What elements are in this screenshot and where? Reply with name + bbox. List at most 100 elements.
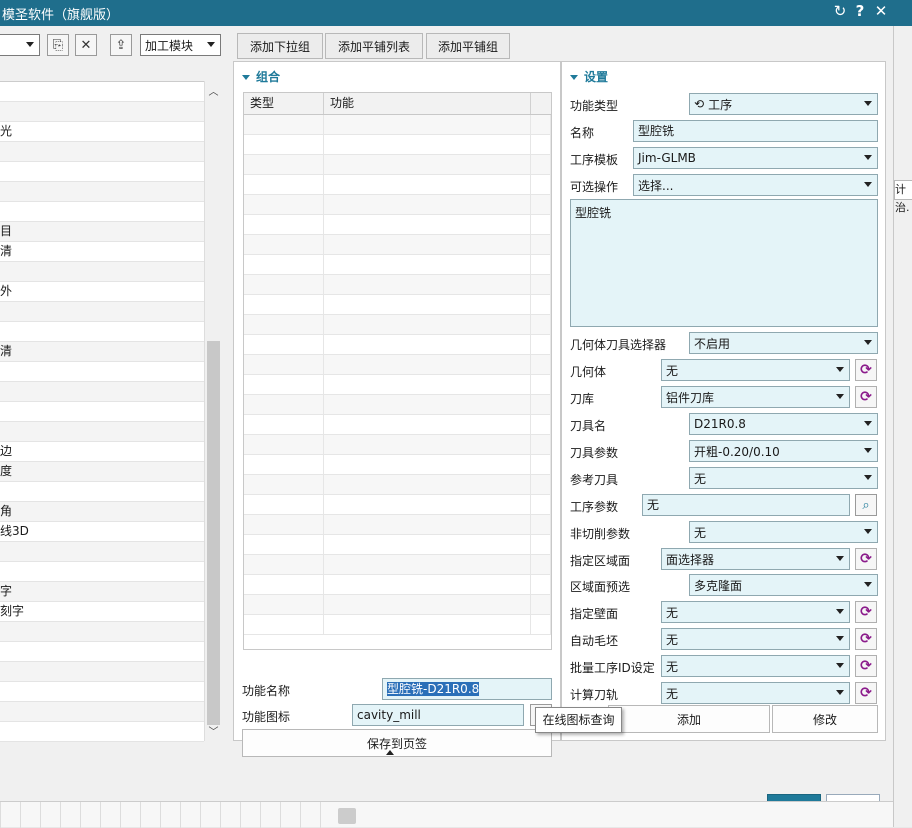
- scroll-up-icon[interactable]: ︿: [205, 83, 222, 99]
- func-name-input[interactable]: 型腔铣-D21R0.8: [382, 678, 552, 700]
- table-row[interactable]: [244, 175, 551, 195]
- scroll-thumb[interactable]: [207, 341, 220, 725]
- new-file-icon[interactable]: ⎘: [47, 34, 69, 56]
- list-item[interactable]: [0, 162, 204, 182]
- func-type-select[interactable]: ⟲ 工序: [689, 93, 878, 115]
- list-item[interactable]: [0, 182, 204, 202]
- optional-select[interactable]: 选择...: [633, 174, 878, 196]
- table-row[interactable]: [244, 275, 551, 295]
- cube-icon[interactable]: [338, 808, 356, 824]
- table-row[interactable]: [244, 215, 551, 235]
- table-row[interactable]: [244, 115, 551, 135]
- table-row[interactable]: [244, 595, 551, 615]
- table-row[interactable]: [244, 335, 551, 355]
- preselect-select[interactable]: 多克隆面: [689, 574, 878, 596]
- geom-tool-sel-select[interactable]: 不启用: [689, 332, 878, 354]
- list-item[interactable]: [0, 622, 204, 642]
- region-select[interactable]: 面选择器: [661, 548, 850, 570]
- table-row[interactable]: [244, 315, 551, 335]
- save-to-tab-button[interactable]: 保存到页签: [242, 729, 552, 757]
- left-scrollbar[interactable]: ︿ ﹀: [204, 81, 221, 741]
- list-item[interactable]: 外: [0, 282, 204, 302]
- list-item[interactable]: [0, 562, 204, 582]
- list-item[interactable]: 字: [0, 582, 204, 602]
- close-icon[interactable]: ✕: [871, 2, 891, 20]
- list-item[interactable]: 角: [0, 502, 204, 522]
- geometry-refresh-icon[interactable]: ⟳: [855, 359, 877, 381]
- add-button[interactable]: 添加: [608, 705, 770, 733]
- calc-select[interactable]: 无: [661, 682, 850, 704]
- list-item[interactable]: [0, 422, 204, 442]
- toollib-refresh-icon[interactable]: ⟳: [855, 386, 877, 408]
- list-item[interactable]: [0, 102, 204, 122]
- list-item[interactable]: [0, 642, 204, 662]
- list-item[interactable]: [0, 82, 204, 102]
- table-row[interactable]: [244, 355, 551, 375]
- help-icon[interactable]: ?: [850, 2, 870, 20]
- table-row[interactable]: [244, 195, 551, 215]
- toolparam-select[interactable]: 开粗-0.20/0.10: [689, 440, 878, 462]
- modify-button[interactable]: 修改: [772, 705, 878, 733]
- template-select[interactable]: Jim-GLMB: [633, 147, 878, 169]
- left-dropdown[interactable]: [0, 34, 40, 56]
- table-row[interactable]: [244, 575, 551, 595]
- table-row[interactable]: [244, 235, 551, 255]
- tab-add-dropdown-group[interactable]: 添加下拉组: [237, 33, 323, 59]
- list-item[interactable]: 边: [0, 442, 204, 462]
- geometry-select[interactable]: 无: [661, 359, 850, 381]
- table-row[interactable]: [244, 255, 551, 275]
- module-select[interactable]: 加工模块: [140, 34, 221, 56]
- left-list[interactable]: 光目清外清边度角线3D 字刻字: [0, 81, 204, 742]
- collapse-arrow-icon[interactable]: [386, 750, 394, 755]
- list-item[interactable]: [0, 482, 204, 502]
- list-item[interactable]: 光: [0, 122, 204, 142]
- opparam-input[interactable]: 无: [642, 494, 850, 516]
- table-row[interactable]: [244, 455, 551, 475]
- list-item[interactable]: [0, 262, 204, 282]
- list-item[interactable]: [0, 682, 204, 702]
- list-item[interactable]: [0, 322, 204, 342]
- delete-icon[interactable]: ✕: [75, 34, 97, 56]
- func-icon-input[interactable]: cavity_mill: [352, 704, 524, 726]
- wall-refresh-icon[interactable]: ⟳: [855, 601, 877, 623]
- reset-icon[interactable]: ↻: [830, 2, 850, 20]
- table-row[interactable]: [244, 515, 551, 535]
- list-item[interactable]: [0, 542, 204, 562]
- table-row[interactable]: [244, 375, 551, 395]
- table-row[interactable]: [244, 295, 551, 315]
- batchid-refresh-icon[interactable]: ⟳: [855, 655, 877, 677]
- settings-header[interactable]: 设置: [570, 68, 608, 85]
- list-item[interactable]: [0, 302, 204, 322]
- list-item[interactable]: [0, 662, 204, 682]
- group-header[interactable]: 组合: [242, 68, 280, 85]
- table-row[interactable]: [244, 155, 551, 175]
- toollib-select[interactable]: 铝件刀库: [661, 386, 850, 408]
- list-item[interactable]: [0, 202, 204, 222]
- function-table[interactable]: 类型 功能: [243, 92, 552, 650]
- search-icon[interactable]: ⌕: [855, 494, 877, 516]
- name-input[interactable]: 型腔铣: [633, 120, 878, 142]
- tab-add-tile-list[interactable]: 添加平铺列表: [325, 33, 423, 59]
- tab-add-tile-group[interactable]: 添加平铺组: [426, 33, 510, 59]
- list-item[interactable]: 目: [0, 222, 204, 242]
- list-item[interactable]: [0, 382, 204, 402]
- list-item[interactable]: [0, 702, 204, 722]
- region-refresh-icon[interactable]: ⟳: [855, 548, 877, 570]
- calc-refresh-icon[interactable]: ⟳: [855, 682, 877, 704]
- list-item[interactable]: 线3D: [0, 522, 204, 542]
- table-row[interactable]: [244, 415, 551, 435]
- batchid-select[interactable]: 无: [661, 655, 850, 677]
- list-item[interactable]: [0, 722, 204, 742]
- wall-select[interactable]: 无: [661, 601, 850, 623]
- table-row[interactable]: [244, 435, 551, 455]
- export-icon[interactable]: ⇪: [110, 34, 132, 56]
- table-row[interactable]: [244, 395, 551, 415]
- table-row[interactable]: [244, 495, 551, 515]
- list-item[interactable]: 刻字: [0, 602, 204, 622]
- table-row[interactable]: [244, 475, 551, 495]
- blank-refresh-icon[interactable]: ⟳: [855, 628, 877, 650]
- list-item[interactable]: 清: [0, 242, 204, 262]
- table-row[interactable]: [244, 615, 551, 635]
- toolname-select[interactable]: D21R0.8: [689, 413, 878, 435]
- table-row[interactable]: [244, 135, 551, 155]
